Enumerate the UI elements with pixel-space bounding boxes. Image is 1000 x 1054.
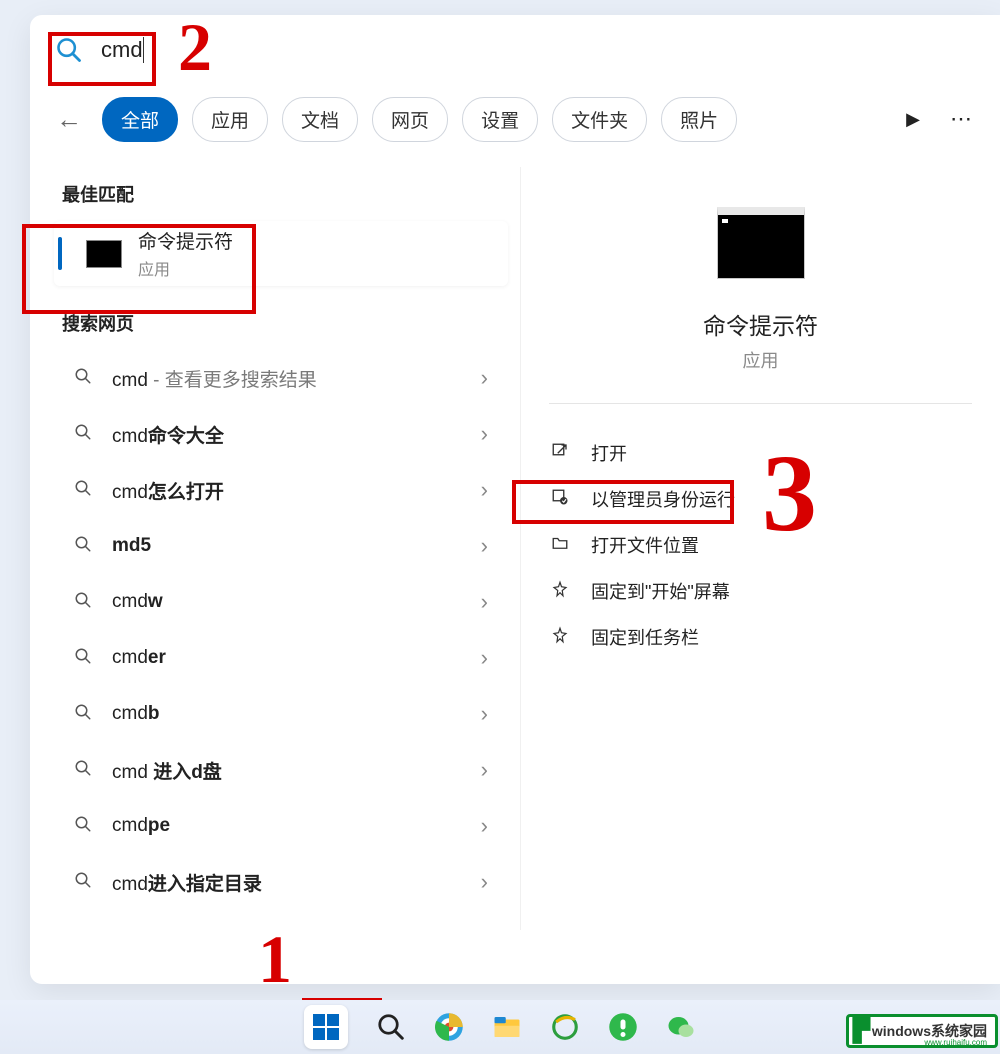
- search-icon: [74, 647, 94, 670]
- web-result-item[interactable]: cmdb ›: [54, 686, 508, 742]
- pin-icon: [549, 626, 571, 649]
- folder-icon: [549, 534, 571, 557]
- preview-toggle-icon[interactable]: ▶: [898, 109, 928, 130]
- best-match-label: 最佳匹配: [62, 181, 508, 207]
- tab-all[interactable]: 全部: [102, 97, 178, 142]
- best-match-title: 命令提示符: [138, 227, 233, 254]
- tab-folders[interactable]: 文件夹: [552, 97, 647, 142]
- preview-action-pin[interactable]: 固定到"开始"屏幕: [549, 568, 972, 614]
- taskbar-ie-icon[interactable]: [550, 1012, 580, 1042]
- pin-icon: [549, 580, 571, 603]
- chevron-right-icon: ›: [481, 813, 508, 839]
- web-result-text: cmd怎么打开: [112, 477, 481, 504]
- open-icon: [549, 442, 571, 465]
- chevron-right-icon: ›: [481, 645, 508, 671]
- search-icon: [74, 367, 94, 390]
- search-icon: [74, 535, 94, 558]
- preview-app-icon: [717, 207, 805, 279]
- taskbar-search-icon[interactable]: [376, 1012, 406, 1042]
- tab-apps[interactable]: 应用: [192, 97, 268, 142]
- web-result-text: cmd 进入d盘: [112, 757, 481, 784]
- watermark: ▛windows系统家园 www.ruihaifu.com: [846, 1014, 998, 1048]
- preview-action-pin[interactable]: 固定到任务栏: [549, 614, 972, 660]
- web-result-text: cmd进入指定目录: [112, 869, 481, 896]
- web-results-list: cmd - 查看更多搜索结果 › cmd命令大全 › cmd怎么打开 › md5…: [54, 350, 508, 910]
- web-result-text: cmder: [112, 647, 481, 669]
- taskbar-file-explorer-icon[interactable]: [492, 1012, 522, 1042]
- action-label: 固定到任务栏: [591, 624, 699, 650]
- action-label: 打开文件位置: [591, 532, 699, 558]
- web-result-item[interactable]: cmdw ›: [54, 574, 508, 630]
- chevron-right-icon: ›: [481, 533, 508, 559]
- web-result-item[interactable]: cmd命令大全 ›: [54, 406, 508, 462]
- preview-actions: 打开以管理员身份运行打开文件位置固定到"开始"屏幕固定到任务栏: [521, 424, 1000, 666]
- preview-title: 命令提示符: [703, 307, 818, 341]
- search-input[interactable]: cmd: [101, 37, 144, 63]
- web-result-text: cmdw: [112, 591, 481, 613]
- preview-column: 命令提示符 应用 打开以管理员身份运行打开文件位置固定到"开始"屏幕固定到任务栏: [520, 167, 1000, 930]
- search-row: cmd: [30, 15, 1000, 85]
- admin-icon: [549, 488, 571, 511]
- chevron-right-icon: ›: [481, 421, 508, 447]
- back-arrow-icon[interactable]: ←: [50, 104, 88, 135]
- chevron-right-icon: ›: [481, 477, 508, 503]
- more-options-icon[interactable]: ⋯: [942, 106, 980, 132]
- preview-action-folder[interactable]: 打开文件位置: [549, 522, 972, 568]
- tab-documents[interactable]: 文档: [282, 97, 358, 142]
- web-result-text: md5: [112, 535, 481, 557]
- start-button[interactable]: [304, 1005, 348, 1049]
- chevron-right-icon: ›: [481, 869, 508, 895]
- preview-subtitle: 应用: [743, 347, 779, 373]
- action-label: 以管理员身份运行: [591, 486, 735, 512]
- preview-action-admin[interactable]: 以管理员身份运行: [549, 476, 972, 522]
- web-result-text: cmdpe: [112, 815, 481, 837]
- chevron-right-icon: ›: [481, 757, 508, 783]
- search-icon: [74, 423, 94, 446]
- taskbar-wechat-icon[interactable]: [666, 1012, 696, 1042]
- preview-action-open[interactable]: 打开: [549, 430, 972, 476]
- chevron-right-icon: ›: [481, 365, 508, 391]
- tab-photos[interactable]: 照片: [661, 97, 737, 142]
- chevron-right-icon: ›: [481, 701, 508, 727]
- web-result-text: cmd - 查看更多搜索结果: [112, 365, 481, 392]
- best-match-result[interactable]: 命令提示符 应用: [54, 221, 508, 286]
- search-icon: [74, 591, 94, 614]
- web-result-item[interactable]: cmd怎么打开 ›: [54, 462, 508, 518]
- web-result-text: cmdb: [112, 703, 481, 725]
- search-icon: [74, 871, 94, 894]
- search-icon: [74, 759, 94, 782]
- taskbar-360-icon[interactable]: [608, 1012, 638, 1042]
- search-icon: [74, 815, 94, 838]
- tab-settings[interactable]: 设置: [462, 97, 538, 142]
- cmd-app-icon: [86, 240, 122, 268]
- action-label: 打开: [591, 440, 627, 466]
- tab-web[interactable]: 网页: [372, 97, 448, 142]
- windows-logo-icon: [313, 1014, 339, 1040]
- web-result-item[interactable]: cmder ›: [54, 630, 508, 686]
- results-column: 最佳匹配 命令提示符 应用 搜索网页 cmd - 查看更多搜索结果 › cmd命…: [30, 157, 520, 930]
- web-result-item[interactable]: md5 ›: [54, 518, 508, 574]
- taskbar-edge-icon[interactable]: [434, 1012, 464, 1042]
- web-result-item[interactable]: cmd - 查看更多搜索结果 ›: [54, 350, 508, 406]
- search-icon: [74, 479, 94, 502]
- search-icon: [55, 36, 83, 64]
- web-result-text: cmd命令大全: [112, 421, 481, 448]
- web-result-item[interactable]: cmdpe ›: [54, 798, 508, 854]
- action-label: 固定到"开始"屏幕: [591, 578, 730, 604]
- search-icon: [74, 703, 94, 726]
- search-web-label: 搜索网页: [62, 310, 508, 336]
- best-match-subtitle: 应用: [138, 256, 233, 280]
- web-result-item[interactable]: cmd 进入d盘 ›: [54, 742, 508, 798]
- web-result-item[interactable]: cmd进入指定目录 ›: [54, 854, 508, 910]
- chevron-right-icon: ›: [481, 589, 508, 615]
- filter-tab-row: ← 全部 应用 文档 网页 设置 文件夹 照片 ▶ ⋯: [30, 85, 1000, 157]
- search-panel: cmd ← 全部 应用 文档 网页 设置 文件夹 照片 ▶ ⋯ 最佳匹配 命令提…: [30, 15, 1000, 984]
